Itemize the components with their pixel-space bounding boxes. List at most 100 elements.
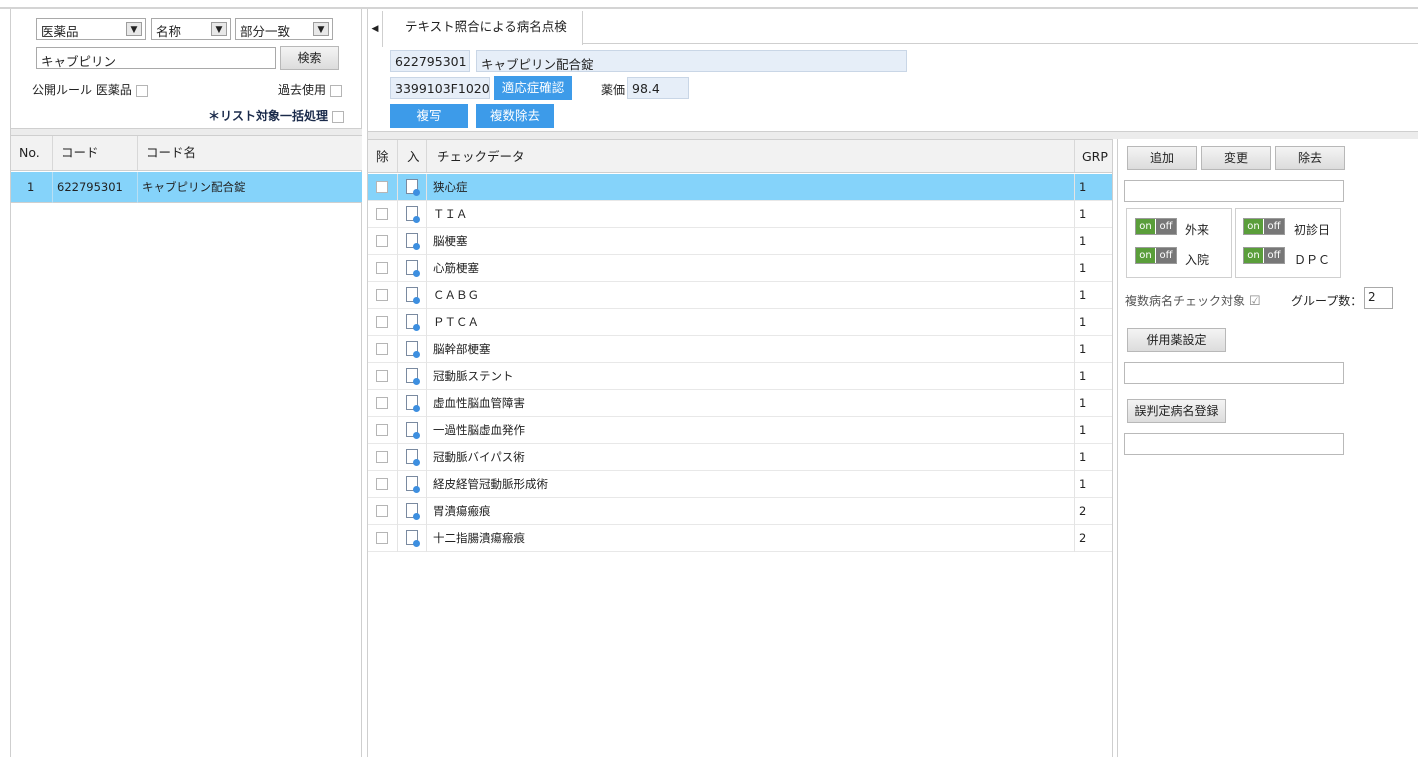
table-row[interactable]: ＴＩＡ 1 <box>368 201 1112 228</box>
remove-checkbox[interactable] <box>376 505 388 517</box>
document-add-icon[interactable] <box>406 314 420 331</box>
inpatient-toggle[interactable]: on off <box>1135 247 1177 264</box>
type-select[interactable]: 医薬品 ▼ <box>36 18 146 40</box>
check-data-cell: 十二指腸潰瘍瘢痕 <box>427 525 1075 552</box>
field-select[interactable]: 名称 ▼ <box>151 18 231 40</box>
document-add-icon[interactable] <box>406 422 420 439</box>
grp-cell: 1 <box>1079 234 1087 248</box>
remove-checkbox[interactable] <box>376 208 388 220</box>
match-select[interactable]: 部分一致 ▼ <box>235 18 333 40</box>
outpatient-label: 外来 <box>1185 223 1210 237</box>
document-add-icon[interactable] <box>406 368 420 385</box>
group-count-label: グループ数： <box>1291 294 1363 308</box>
multi-remove-button[interactable]: 複数除去 <box>476 104 554 128</box>
add-button[interactable]: 追加 <box>1127 146 1197 170</box>
table-row[interactable]: ＣＡＢＧ 1 <box>368 282 1112 309</box>
document-add-icon[interactable] <box>406 260 420 277</box>
bulk-process-checkbox[interactable] <box>332 110 345 123</box>
past-use-checkbox[interactable] <box>329 84 342 97</box>
remove-cell <box>368 417 398 444</box>
table-row[interactable]: 胃潰瘍瘢痕 2 <box>368 498 1112 525</box>
document-add-icon[interactable] <box>406 476 420 493</box>
table-row[interactable]: 冠動脈バイパス術 1 <box>368 444 1112 471</box>
remove-cell <box>368 282 398 309</box>
document-add-icon[interactable] <box>406 503 420 520</box>
copy-button[interactable]: 複写 <box>390 104 468 128</box>
dpc-label: ＤＰＣ <box>1294 253 1331 267</box>
document-add-icon[interactable] <box>406 287 420 304</box>
remove-checkbox[interactable] <box>376 397 388 409</box>
remove-checkbox[interactable] <box>376 532 388 544</box>
grp-cell: 1 <box>1079 261 1087 275</box>
col-input[interactable]: 入 <box>398 140 427 172</box>
table-row[interactable]: 1 622795301 キャブピリン配合錠 <box>11 172 362 203</box>
misjudge-input[interactable] <box>1124 433 1344 455</box>
indication-button[interactable]: 適応症確認 <box>494 76 572 100</box>
remove-checkbox[interactable] <box>376 316 388 328</box>
document-add-icon[interactable] <box>406 530 420 547</box>
concomitant-drug-button[interactable]: 併用薬設定 <box>1127 328 1226 352</box>
change-button[interactable]: 変更 <box>1201 146 1271 170</box>
multi-check-checkbox[interactable]: ☑ <box>1249 294 1261 309</box>
document-add-icon[interactable] <box>406 233 420 250</box>
table-row[interactable]: 虚血性脳血管障害 1 <box>368 390 1112 417</box>
chevron-down-icon: ▼ <box>211 22 227 36</box>
remove-checkbox[interactable] <box>376 181 388 193</box>
remove-checkbox[interactable] <box>376 343 388 355</box>
table-row[interactable]: 一過性脳虚血発作 1 <box>368 417 1112 444</box>
document-add-icon[interactable] <box>406 449 420 466</box>
search-panel: 医薬品 ▼ 名称 ▼ 部分一致 ▼ キャブピリン 検索 公開ルール 医薬品 過去… <box>10 9 362 757</box>
collapse-left-icon[interactable]: ◀ <box>368 11 383 47</box>
check-data-cell: 虚血性脳血管障害 <box>427 390 1075 417</box>
outpatient-toggle[interactable]: on off <box>1135 218 1177 235</box>
toggle-on: on <box>1136 248 1155 263</box>
table-row[interactable]: 狭心症 1 <box>368 174 1112 201</box>
match-select-value: 部分一致 <box>240 24 291 39</box>
dpc-toggle[interactable]: on off <box>1243 247 1285 264</box>
document-add-icon[interactable] <box>406 395 420 412</box>
keyword-input[interactable]: キャブピリン <box>36 47 276 69</box>
check-data-cell: ＣＡＢＧ <box>427 282 1075 309</box>
search-button[interactable]: 検索 <box>280 46 339 70</box>
table-row[interactable]: ＰＴＣＡ 1 <box>368 309 1112 336</box>
misjudge-register-button[interactable]: 誤判定病名登録 <box>1127 399 1226 423</box>
remove-cell <box>368 363 398 390</box>
table-row[interactable]: 心筋梗塞 1 <box>368 255 1112 282</box>
remove-checkbox[interactable] <box>376 235 388 247</box>
table-row[interactable]: 脳梗塞 1 <box>368 228 1112 255</box>
remove-checkbox[interactable] <box>376 424 388 436</box>
table-row[interactable]: 冠動脈ステント 1 <box>368 363 1112 390</box>
col-grp[interactable]: GRP <box>1075 140 1112 172</box>
remove-cell <box>368 498 398 525</box>
document-add-icon[interactable] <box>406 341 420 358</box>
group-count-input[interactable]: 2 <box>1364 287 1393 309</box>
remove-button[interactable]: 除去 <box>1275 146 1345 170</box>
remove-cell <box>368 255 398 282</box>
tab-disease-check[interactable]: テキスト照合による病名点検 <box>383 11 583 45</box>
remove-checkbox[interactable] <box>376 289 388 301</box>
document-add-icon[interactable] <box>406 206 420 223</box>
remove-checkbox[interactable] <box>376 451 388 463</box>
col-no[interactable]: No. <box>11 136 53 170</box>
disease-name-input[interactable] <box>1124 180 1344 202</box>
col-code-name[interactable]: コード名 <box>138 136 362 170</box>
document-add-icon[interactable] <box>406 179 420 196</box>
code-grid-header: No. コード コード名 <box>11 135 362 171</box>
remove-checkbox[interactable] <box>376 262 388 274</box>
col-check-data[interactable]: チェックデータ <box>427 140 1075 172</box>
table-row[interactable]: 脳幹部梗塞 1 <box>368 336 1112 363</box>
remove-cell <box>368 174 398 201</box>
remove-checkbox[interactable] <box>376 370 388 382</box>
public-rule-checkbox[interactable] <box>135 84 148 97</box>
col-code[interactable]: コード <box>53 136 138 170</box>
table-row[interactable]: 経皮経管冠動脈形成術 1 <box>368 471 1112 498</box>
col-remove[interactable]: 除 <box>368 140 398 172</box>
grp-cell: 1 <box>1079 450 1087 464</box>
input-cell <box>398 390 427 417</box>
remove-checkbox[interactable] <box>376 478 388 490</box>
multi-check-label: 複数病名チェック対象 <box>1125 294 1246 308</box>
input-cell <box>398 255 427 282</box>
table-row[interactable]: 十二指腸潰瘍瘢痕 2 <box>368 525 1112 552</box>
concomitant-drug-input[interactable] <box>1124 362 1344 384</box>
first-visit-toggle[interactable]: on off <box>1243 218 1285 235</box>
